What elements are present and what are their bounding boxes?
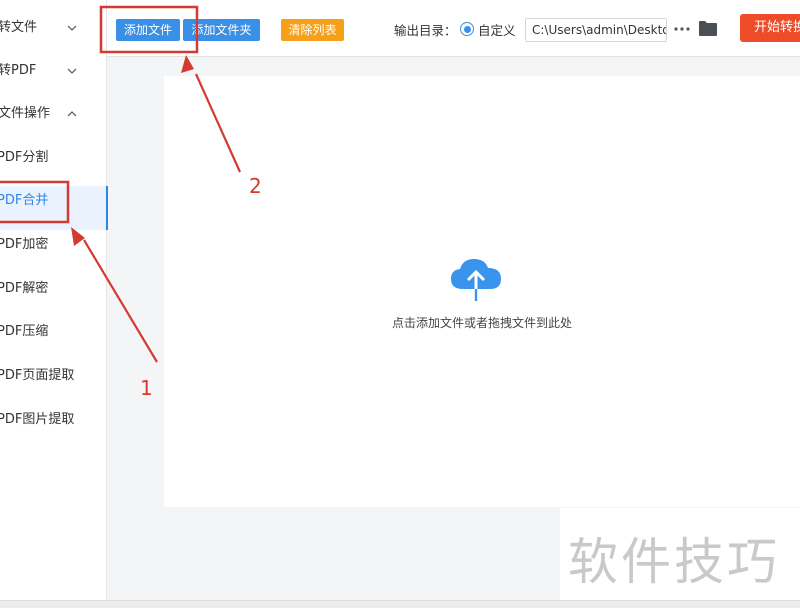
folder-icon[interactable] — [699, 20, 717, 36]
radio-dot — [463, 25, 471, 33]
output-path-input[interactable] — [525, 18, 667, 42]
clear-list-button[interactable]: 清除列表 — [281, 19, 344, 41]
custom-radio-label[interactable]: 自定义 — [478, 20, 516, 39]
sidebar-item-pdf-decrypt[interactable]: PDF解密 — [0, 274, 107, 304]
sidebar-item-pdf-image-extract[interactable]: PDF图片提取 — [0, 405, 107, 435]
sidebar-group-label: 文件操作 — [0, 106, 51, 121]
cloud-upload-icon — [449, 257, 503, 303]
sidebar-item-pdf-merge[interactable]: PDF合并 — [0, 186, 108, 230]
watermark: 软件技巧 — [560, 508, 800, 600]
sidebar-item-label: PDF图片提取 — [0, 412, 75, 427]
annotation-arrowhead-2 — [181, 55, 194, 73]
chevron-up-icon — [66, 103, 78, 125]
sidebar-group-file-ops[interactable]: 文件操作 — [0, 103, 107, 125]
sidebar: 转文件 转PDF 文件操作 PDF分割 PDF合并 PDF加密 PDF解密 PD… — [0, 0, 108, 600]
sidebar-item-pdf-split[interactable]: PDF分割 — [0, 143, 107, 173]
output-dir-label: 输出目录： — [394, 23, 457, 38]
custom-radio[interactable] — [460, 22, 474, 36]
sidebar-item-pdf-page-extract[interactable]: PDF页面提取 — [0, 361, 107, 391]
sidebar-item-label: PDF解密 — [0, 281, 49, 296]
annotation-label-2: 2 — [249, 174, 262, 198]
sidebar-group-convert-file[interactable]: 转文件 — [0, 17, 107, 39]
sidebar-item-pdf-encrypt[interactable]: PDF加密 — [0, 230, 107, 260]
sidebar-item-label: PDF页面提取 — [0, 368, 75, 383]
sidebar-group-convert-pdf[interactable]: 转PDF — [0, 60, 107, 82]
toolbar: 添加文件 添加文件夹 清除列表 输出目录： 自定义 开始转换 — [107, 0, 800, 57]
annotation-label-1: 1 — [140, 376, 153, 400]
sidebar-item-pdf-compress[interactable]: PDF压缩 — [0, 317, 107, 347]
chevron-down-icon — [66, 60, 78, 82]
watermark-text: 软件技巧 — [568, 533, 780, 591]
more-icon[interactable] — [673, 19, 691, 39]
bottom-bar — [0, 600, 800, 608]
drop-hint: 点击添加文件或者拖拽文件到此处 — [391, 316, 572, 330]
drop-zone[interactable]: 点击添加文件或者拖拽文件到此处 — [164, 76, 800, 507]
add-file-button[interactable]: 添加文件 — [116, 19, 180, 41]
start-convert-button[interactable]: 开始转换 — [740, 14, 800, 42]
sidebar-item-label: PDF合并 — [0, 193, 49, 208]
sidebar-group-label: 转PDF — [0, 63, 37, 78]
sidebar-item-label: PDF加密 — [0, 237, 49, 252]
sidebar-group-label: 转文件 — [0, 20, 38, 35]
sidebar-item-label: PDF分割 — [0, 150, 49, 165]
chevron-down-icon — [66, 17, 78, 39]
add-folder-button[interactable]: 添加文件夹 — [183, 19, 260, 41]
sidebar-item-label: PDF压缩 — [0, 324, 49, 339]
